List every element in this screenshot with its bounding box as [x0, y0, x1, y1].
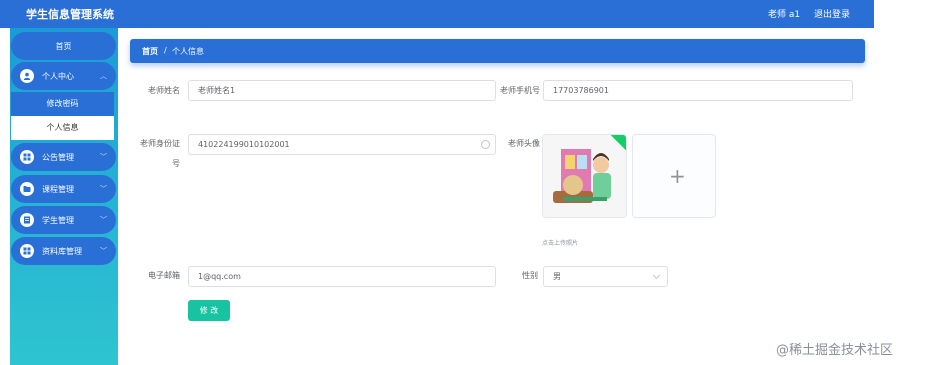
- teacher-idcard-field[interactable]: 410224199010102001: [188, 134, 496, 155]
- sidebar-item-students[interactable]: 学生管理 ﹀: [11, 206, 116, 234]
- chevron-down-icon: ﹀: [100, 247, 107, 255]
- chevron-down-icon: ﹀: [100, 185, 107, 193]
- document-icon: [20, 213, 34, 227]
- sidebar-item-library[interactable]: 资料库管理 ﹀: [11, 237, 116, 265]
- sidebar-item-announcements[interactable]: 公告管理 ﹀: [11, 143, 116, 171]
- sidebar-item-change-password[interactable]: 修改密码: [11, 92, 114, 116]
- top-navbar: 学生信息管理系统 老师 a1 退出登录: [0, 0, 874, 28]
- user-icon: [20, 69, 34, 83]
- breadcrumb-separator: /: [164, 46, 167, 55]
- breadcrumb: 首页 / 个人信息: [130, 39, 865, 63]
- phone-label: 老师手机号: [500, 86, 540, 95]
- upload-hint: 点击上传照片: [542, 240, 579, 247]
- chevron-down-icon: ﹀: [100, 153, 107, 161]
- sidebar-item-personal-center[interactable]: 个人中心 ︿: [11, 62, 116, 90]
- chevron-down-icon: [652, 271, 661, 280]
- sidebar-item-label: 公告管理: [42, 153, 74, 162]
- current-user: 老师 a1: [768, 10, 801, 20]
- avatar-label: 老师头像: [508, 139, 540, 148]
- breadcrumb-home[interactable]: 首页: [142, 46, 158, 57]
- idcard-label: 老师身份证号: [140, 139, 180, 168]
- sidebar-item-label: 修改密码: [46, 99, 79, 108]
- gender-select[interactable]: 男: [543, 266, 668, 287]
- app-title: 学生信息管理系统: [26, 8, 114, 21]
- gender-value: 男: [553, 272, 561, 281]
- name-label: 老师姓名: [148, 86, 180, 95]
- teacher-avatar-image[interactable]: [542, 134, 627, 218]
- sidebar-item-label: 学生管理: [42, 216, 74, 225]
- gender-label: 性别: [522, 271, 538, 280]
- teacher-phone-field[interactable]: 17703786901: [543, 80, 853, 101]
- sidebar-item-label: 个人中心: [42, 72, 74, 81]
- teacher-illustration: [543, 135, 626, 217]
- sidebar-item-courses[interactable]: 课程管理 ﹀: [11, 175, 116, 203]
- logout-link[interactable]: 退出登录: [814, 7, 850, 20]
- sidebar-item-label: 首页: [55, 42, 72, 51]
- grid-icon: [20, 150, 34, 164]
- watermark: @稀土掘金技术社区: [776, 343, 894, 358]
- email-label: 电子邮箱: [148, 271, 180, 280]
- sidebar-item-label: 个人信息: [46, 123, 79, 132]
- chevron-down-icon: ﹀: [100, 216, 107, 224]
- sidebar-item-home[interactable]: 首页: [11, 32, 116, 60]
- grid-icon: [20, 244, 34, 258]
- sidebar-item-label: 课程管理: [42, 185, 74, 194]
- sidebar: 首页 个人中心 ︿ 修改密码 个人信息 公告管理 ﹀ 课程管理 ﹀ 学生管理 ﹀: [10, 28, 118, 365]
- teacher-name-field[interactable]: 老师姓名1: [188, 80, 496, 101]
- idcard-value: 410224199010102001: [198, 140, 290, 149]
- sidebar-item-label: 资料库管理: [42, 247, 82, 256]
- plus-icon: +: [669, 164, 686, 188]
- clear-icon[interactable]: [481, 140, 490, 149]
- sidebar-item-personal-info[interactable]: 个人信息: [11, 116, 114, 140]
- save-button[interactable]: 修 改: [188, 300, 230, 321]
- breadcrumb-current: 个人信息: [172, 47, 204, 56]
- email-field[interactable]: 1@qq.com: [188, 266, 496, 287]
- avatar-upload-button[interactable]: +: [632, 134, 716, 218]
- folder-icon: [20, 182, 34, 196]
- chevron-up-icon: ︿: [100, 72, 107, 80]
